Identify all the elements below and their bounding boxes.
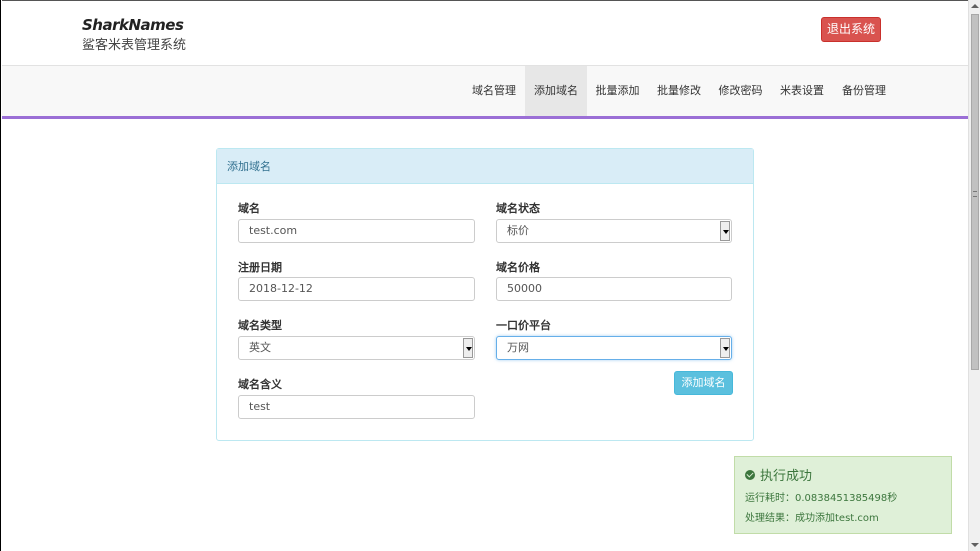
logout-button[interactable]: 退出系统 — [821, 17, 881, 42]
nav-listing-settings[interactable]: 米表设置 — [771, 66, 833, 116]
platform-label: 一口价平台 — [496, 319, 551, 332]
chevron-down-icon[interactable] — [720, 338, 730, 358]
meaning-label: 域名含义 — [238, 378, 282, 391]
scroll-up-icon[interactable] — [971, 4, 979, 8]
nav-add-domain[interactable]: 添加域名 — [525, 66, 587, 116]
reg-date-input[interactable]: 2018-12-12 — [238, 277, 475, 301]
page: SharkNames 鲨客米表管理系统 退出系统 域名管理 添加域名 批量添加 … — [0, 0, 980, 551]
domain-label: 域名 — [238, 202, 260, 215]
success-toast: 执行成功 运行耗时：0.0838451385498秒 处理结果：成功添加test… — [734, 456, 952, 534]
site-subtitle: 鲨客米表管理系统 — [82, 38, 187, 53]
nav-batch-edit[interactable]: 批量修改 — [648, 66, 710, 116]
status-select-value: 标价 — [507, 224, 529, 237]
top-nav: 域名管理 添加域名 批量添加 批量修改 修改密码 米表设置 备份管理 — [2, 66, 968, 116]
nav-batch-add[interactable]: 批量添加 — [587, 66, 648, 116]
price-label: 域名价格 — [496, 261, 540, 274]
status-select[interactable]: 标价 — [496, 219, 732, 243]
nav-backup-management[interactable]: 备份管理 — [833, 66, 895, 116]
chevron-down-icon[interactable] — [463, 338, 473, 358]
scroll-thumb[interactable] — [971, 14, 979, 370]
nav-accent-bar — [2, 116, 968, 119]
platform-select[interactable]: 万网 — [496, 336, 732, 360]
scroll-down-icon[interactable] — [971, 543, 979, 547]
page-scrollbar[interactable] — [968, 0, 980, 551]
domain-input[interactable]: test.com — [238, 219, 475, 243]
type-select[interactable]: 英文 — [238, 336, 475, 360]
logo[interactable]: SharkNames — [82, 16, 184, 34]
meaning-input[interactable]: test — [238, 395, 475, 419]
toast-runtime: 运行耗时：0.0838451385498秒 — [745, 493, 898, 504]
toast-title: 执行成功 — [745, 465, 812, 484]
header: SharkNames 鲨客米表管理系统 退出系统 — [2, 0, 968, 66]
toast-result: 处理结果：成功添加test.com — [745, 513, 879, 524]
reg-date-label: 注册日期 — [238, 261, 282, 274]
add-domain-button[interactable]: 添加域名 — [674, 371, 733, 395]
type-label: 域名类型 — [238, 319, 282, 332]
toast-title-text: 执行成功 — [760, 469, 813, 484]
type-select-value: 英文 — [249, 341, 271, 354]
add-domain-panel: 添加域名 域名 test.com 域名状态 标价 注册日期 2018-12-12… — [216, 148, 754, 441]
status-label: 域名状态 — [496, 202, 540, 215]
chevron-down-icon[interactable] — [720, 221, 730, 241]
grip-icon — [973, 191, 977, 197]
platform-select-value: 万网 — [507, 341, 529, 354]
nav-change-password[interactable]: 修改密码 — [710, 66, 771, 116]
panel-title: 添加域名 — [217, 149, 753, 184]
check-circle-icon — [745, 470, 755, 480]
price-input[interactable]: 50000 — [496, 277, 732, 301]
nav-domain-management[interactable]: 域名管理 — [463, 66, 525, 116]
